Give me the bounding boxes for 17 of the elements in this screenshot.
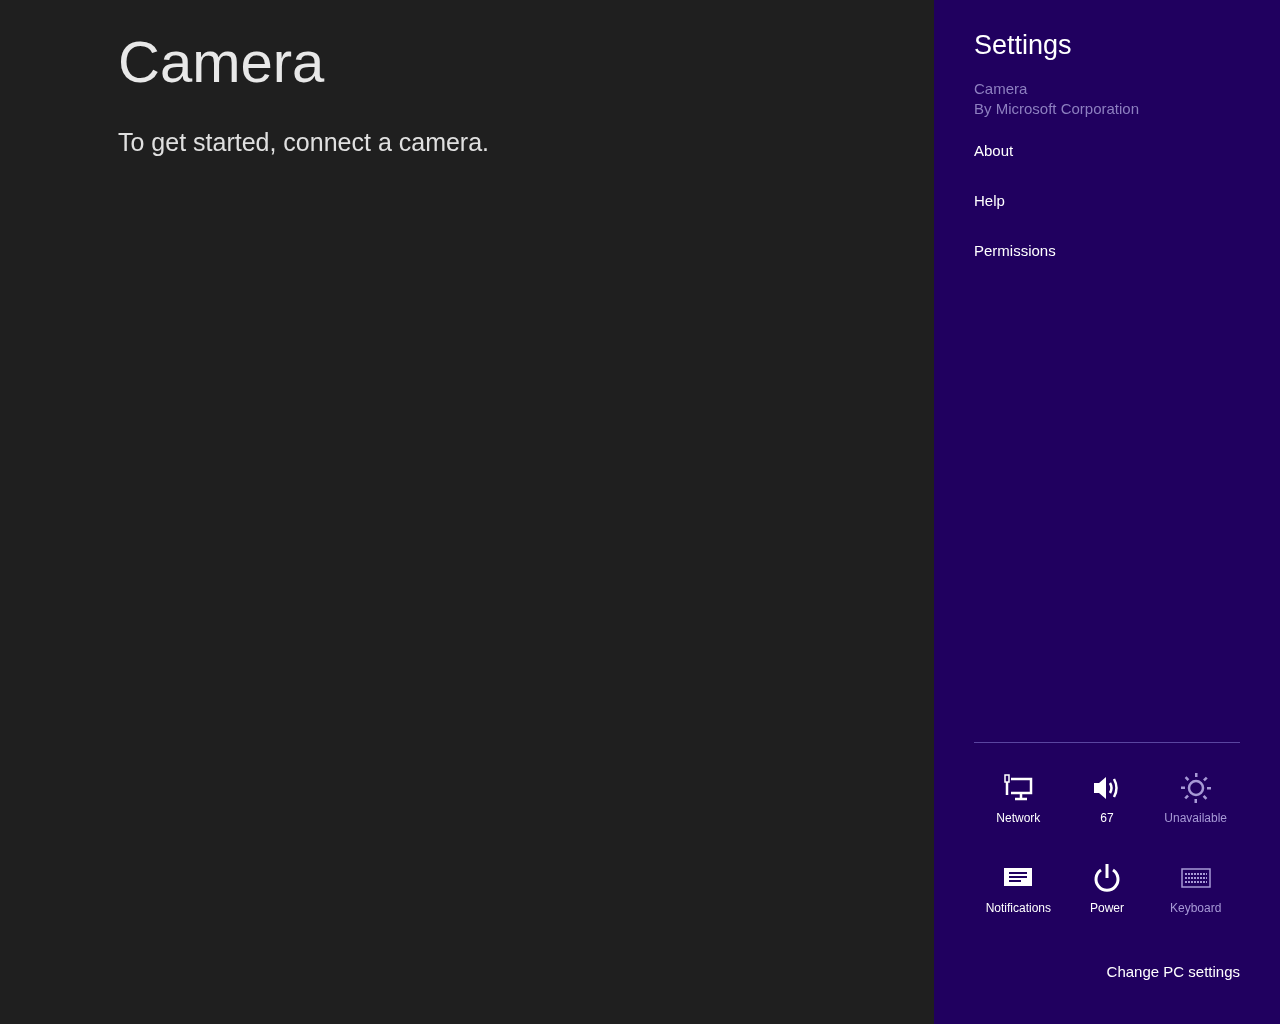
sun-icon [1179, 772, 1212, 804]
settings-link[interactable]: Help [974, 191, 1005, 211]
quick-setting-button[interactable]: Power [1062, 861, 1152, 931]
status-message: To get started, connect a camera. [118, 128, 490, 157]
message-icon [1003, 867, 1034, 889]
settings-link[interactable]: Permissions [974, 241, 1056, 261]
keyboard-icon [1180, 867, 1211, 889]
app-info: Camera By Microsoft Corporation [974, 79, 1140, 119]
wired-network-icon [1003, 774, 1034, 802]
quick-setting-button[interactable]: Network [974, 771, 1063, 841]
quick-setting-button[interactable]: 67 [1062, 771, 1152, 841]
app-title: Camera [118, 28, 325, 96]
quick-setting-button[interactable]: Notifications [974, 861, 1063, 931]
panel-title: Settings [974, 30, 1072, 61]
power-icon [1092, 862, 1122, 894]
change-pc-settings-link[interactable]: Change PC settings [1106, 963, 1240, 980]
settings-link[interactable]: About [974, 141, 1014, 161]
